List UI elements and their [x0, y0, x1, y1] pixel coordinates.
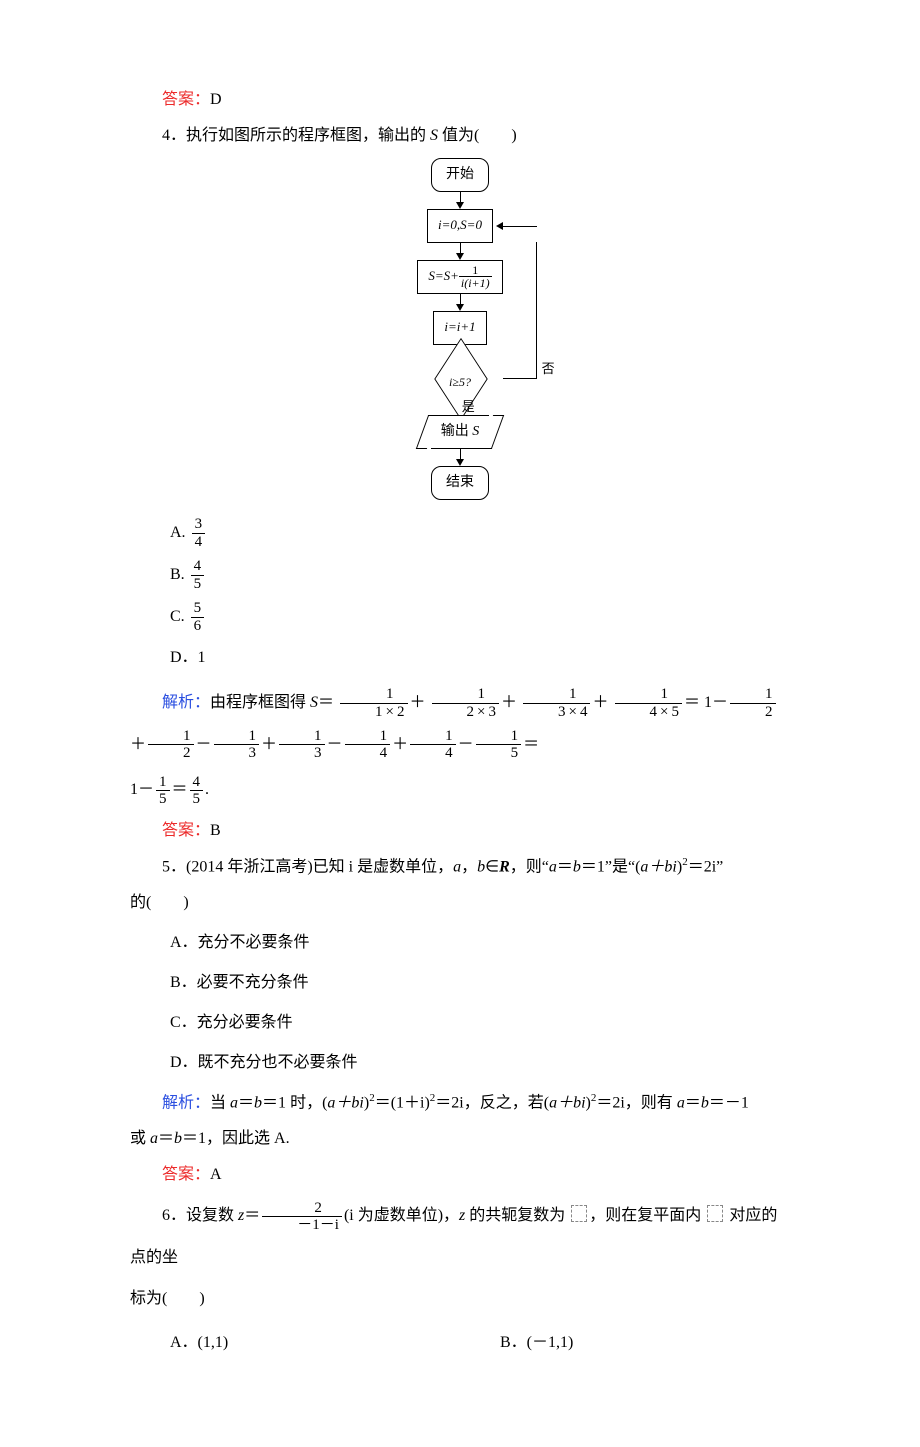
q6-stem-line2: 标为( )	[130, 1283, 790, 1315]
q4-flowchart: 开始 i=0,S=0 S=S+1i(i+1) i=i+1 i≥5? 否 是 输	[130, 158, 790, 500]
q4-option-b: B.45	[170, 558, 790, 592]
flow-decision: i≥5?	[428, 362, 492, 394]
q6-option-b: B．(－1,1)	[500, 1327, 830, 1359]
q5-stem-line2: 的( )	[130, 887, 790, 919]
q3-answer-value: D	[210, 91, 222, 108]
q5-answer: 答案：A	[130, 1159, 790, 1191]
q5-option-a: A．充分不必要条件	[170, 927, 790, 959]
parse-label: 解析：	[162, 694, 210, 711]
q6-stem: 6．设复数 z＝2－1－i(i 为虚数单位)，z 的共轭复数为 ，则在复平面内 …	[130, 1195, 790, 1278]
q4-parse-line2: 1－15＝45.	[130, 769, 790, 811]
placeholder-box-icon	[707, 1205, 723, 1222]
q5-parse: 解析：当 a＝b＝1 时，(a＋bi)2＝(1＋i)2＝2i，反之，若(a＋bi…	[130, 1087, 790, 1119]
q5-stem: 5．(2014 年浙江高考)已知 i 是虚数单位，a，b∈R，则“a＝b＝1”是…	[130, 851, 790, 883]
q5-option-b: B．必要不充分条件	[170, 967, 790, 999]
flow-output: 输出 S	[431, 415, 490, 449]
q5-option-d: D．既不充分也不必要条件	[170, 1047, 790, 1079]
flow-step: S=S+1i(i+1)	[417, 260, 502, 294]
q4-stem: 4．执行如图所示的程序框图，输出的 S 值为( )	[130, 120, 790, 152]
flow-start: 开始	[431, 158, 489, 192]
flow-init: i=0,S=0	[427, 209, 493, 243]
q4-answer: 答案：B	[130, 815, 790, 847]
q6-option-a: A．(1,1)	[170, 1327, 500, 1359]
placeholder-box-icon	[571, 1205, 587, 1222]
flow-end: 结束	[431, 466, 489, 500]
answer-label: 答案：	[162, 91, 210, 108]
q4-option-a: A.34	[170, 516, 790, 550]
q4-option-c: C.56	[170, 600, 790, 634]
q5-option-c: C．充分必要条件	[170, 1007, 790, 1039]
q4-parse: 解析：由程序框图得 S＝ 11 × 2＋ 12 × 3＋ 13 × 4＋ 14 …	[130, 682, 790, 765]
q3-answer: 答案：D	[130, 84, 790, 116]
q4-option-d: D．1	[170, 642, 790, 674]
q5-parse-line2: 或 a＝b＝1，因此选 A.	[130, 1123, 790, 1155]
flow-no-label: 否	[542, 356, 555, 382]
